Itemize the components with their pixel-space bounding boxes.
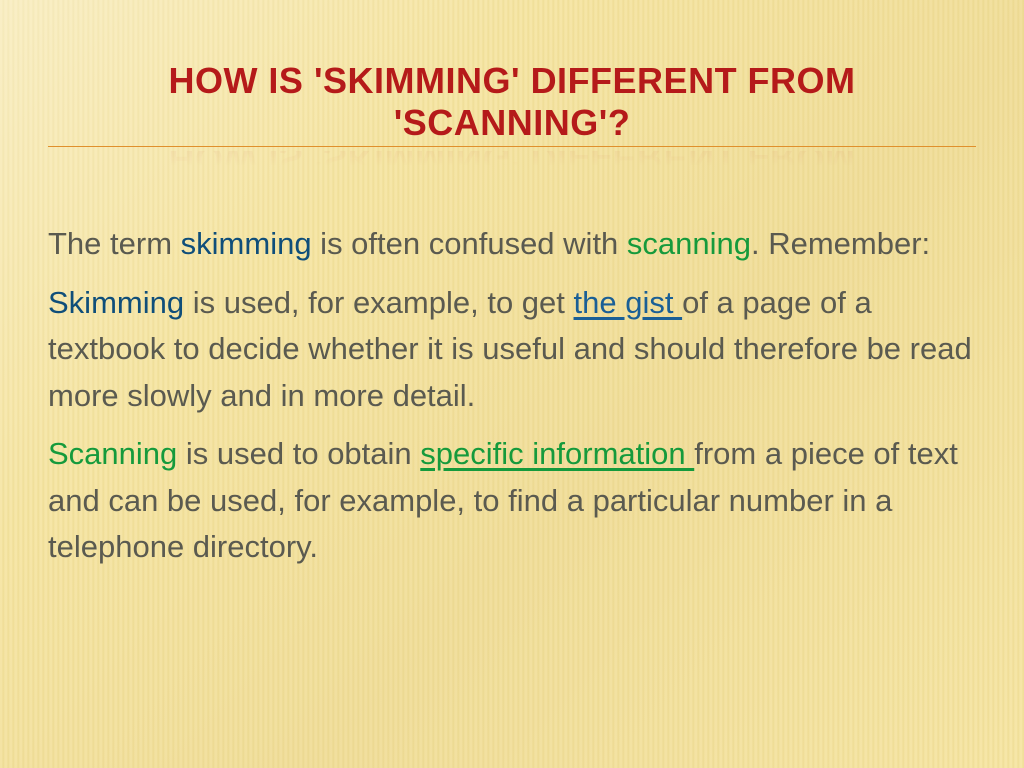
slide-body: The term skimming is often confused with… [48, 221, 976, 571]
text: The term [48, 226, 181, 261]
link-the-gist[interactable]: the gist [574, 285, 683, 320]
text: . Remember: [751, 226, 930, 261]
text: is used, for example, to get [184, 285, 573, 320]
keyword-scanning: Scanning [48, 436, 177, 471]
paragraph-skimming: Skimming is used, for example, to get th… [48, 280, 976, 420]
paragraph-scanning: Scanning is used to obtain specific info… [48, 431, 976, 571]
slide: HOW IS 'SKIMMING' DIFFERENT FROM 'SCANNI… [0, 0, 1024, 631]
link-specific-information[interactable]: specific information [420, 436, 694, 471]
slide-title: HOW IS 'SKIMMING' DIFFERENT FROM 'SCANNI… [48, 60, 976, 144]
title-reflection: HOW IS 'SKIMMING' DIFFERENT FROM 'SCANNI… [48, 151, 976, 179]
keyword-skimming: Skimming [48, 285, 184, 320]
keyword-skimming: skimming [181, 226, 312, 261]
paragraph-intro: The term skimming is often confused with… [48, 221, 976, 268]
text: is used to obtain [177, 436, 420, 471]
title-wrap: HOW IS 'SKIMMING' DIFFERENT FROM 'SCANNI… [48, 60, 976, 147]
text: is often confused with [312, 226, 627, 261]
keyword-scanning: scanning [627, 226, 751, 261]
